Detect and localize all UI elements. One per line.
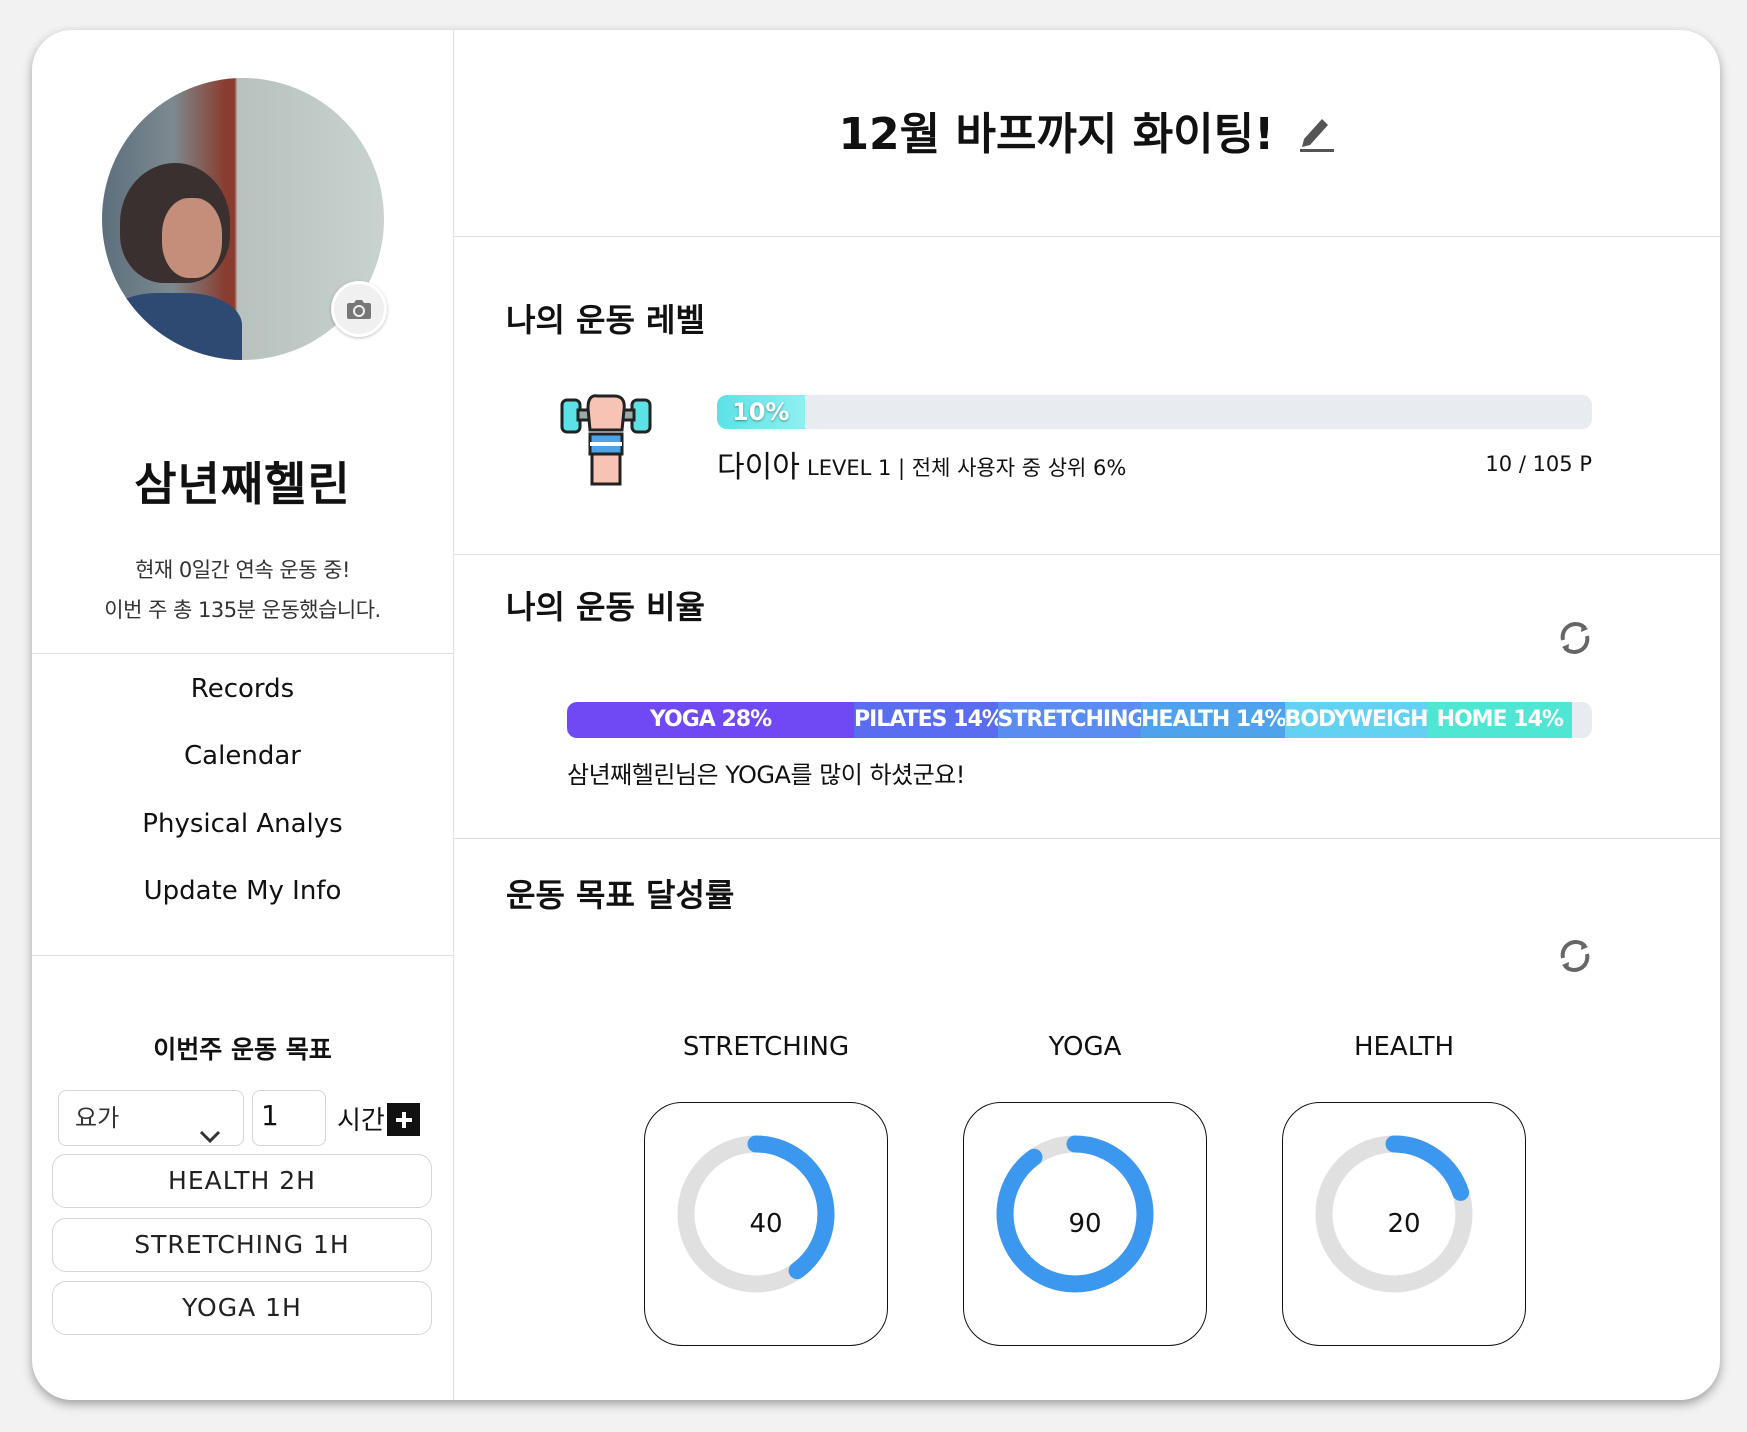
ratio-segment-home: HOME 14% [1428,702,1572,738]
level-progress-fill: 10% [717,395,805,429]
camera-icon[interactable] [331,281,387,337]
nav-update-my-info[interactable]: Update My Info [32,876,453,906]
exercise-type-select[interactable]: 요가 [58,1090,244,1146]
weekly-goal-title: 이번주 운동 목표 [153,1035,332,1064]
level-section-title: 나의 운동 레벨 [506,301,705,339]
nav-calendar[interactable]: Calendar [32,741,453,771]
exercise-ratio-bar: YOGA 28% PILATES 14% STRETCHING HEALTH 1… [567,702,1592,738]
achievement-value: 90 [1068,1209,1102,1239]
achievement-card: 20 [1282,1102,1526,1346]
user-name: 삼년째헬린 [134,457,351,511]
streak-info: 현재 0일간 연속 운동 중! 이번 주 총 135분 운동했습니다. [32,550,453,630]
page-title-text: 12월 바프까지 화이팅! [838,109,1275,160]
ratio-message: 삼년째헬린님은 YOGA를 많이 하셨군요! [567,761,965,789]
exercise-type-value: 요가 [75,1104,120,1132]
level-points: 10 / 105 P [1485,452,1592,476]
achievement-value: 40 [749,1209,783,1239]
divider [454,554,1720,555]
achievement-section-title: 운동 목표 달성률 [506,876,735,914]
add-goal-button[interactable] [387,1103,420,1136]
goal-hours-input[interactable]: 1 [252,1090,326,1146]
divider [32,653,453,654]
refresh-icon[interactable] [1555,618,1595,658]
divider [454,236,1720,237]
level-progress-bar: 10% [717,395,1592,429]
page-title: 12월 바프까지 화이팅! [454,98,1720,164]
achievement-card: 90 [963,1102,1207,1346]
achievement-label-stretching: STRETCHING [682,1032,850,1062]
weekly-minutes-line: 이번 주 총 135분 운동했습니다. [104,598,381,622]
divider [454,838,1720,839]
main-content: 12월 바프까지 화이팅! 나의 운동 레벨 10% 다이아 LEVEL 1 |… [454,30,1720,1400]
streak-line: 현재 0일간 연속 운동 중! [135,558,350,582]
sidebar: 삼년째헬린 현재 0일간 연속 운동 중! 이번 주 총 135분 운동했습니다… [32,30,454,1400]
nav-physical-analysis[interactable]: Physical Analys [32,809,453,839]
goal-item[interactable]: HEALTH 2H [52,1154,432,1208]
ratio-section-title: 나의 운동 비율 [506,588,705,626]
achievement-label-yoga: YOGA [1048,1032,1122,1062]
dashboard-card: 삼년째헬린 현재 0일간 연속 운동 중! 이번 주 총 135분 운동했습니다… [32,30,1720,1400]
goal-item[interactable]: YOGA 1H [52,1281,432,1335]
level-detail: LEVEL 1 | 전체 사용자 중 상위 6% [807,456,1127,480]
ratio-segment-yoga: YOGA 28% [567,702,854,738]
ratio-segment-pilates: PILATES 14% [854,702,998,738]
goal-unit-label: 시간 [337,1106,385,1136]
divider [32,955,453,956]
level-tier: 다이아 [717,450,800,485]
nav-records[interactable]: Records [32,674,453,704]
plus-icon [395,1111,412,1128]
ratio-segment-bodyweight: BODYWEIGHT [1284,702,1428,738]
refresh-icon[interactable] [1555,936,1595,976]
goal-item[interactable]: STRETCHING 1H [52,1218,432,1272]
ratio-segment-stretching: STRETCHING [997,702,1141,738]
ratio-segment-health: HEALTH 14% [1141,702,1285,738]
pencil-icon[interactable] [1296,111,1336,164]
achievement-card: 40 [644,1102,888,1346]
dumbbell-icon [558,390,654,492]
achievement-label-health: HEALTH [1353,1032,1455,1062]
achievement-value: 20 [1387,1209,1421,1239]
